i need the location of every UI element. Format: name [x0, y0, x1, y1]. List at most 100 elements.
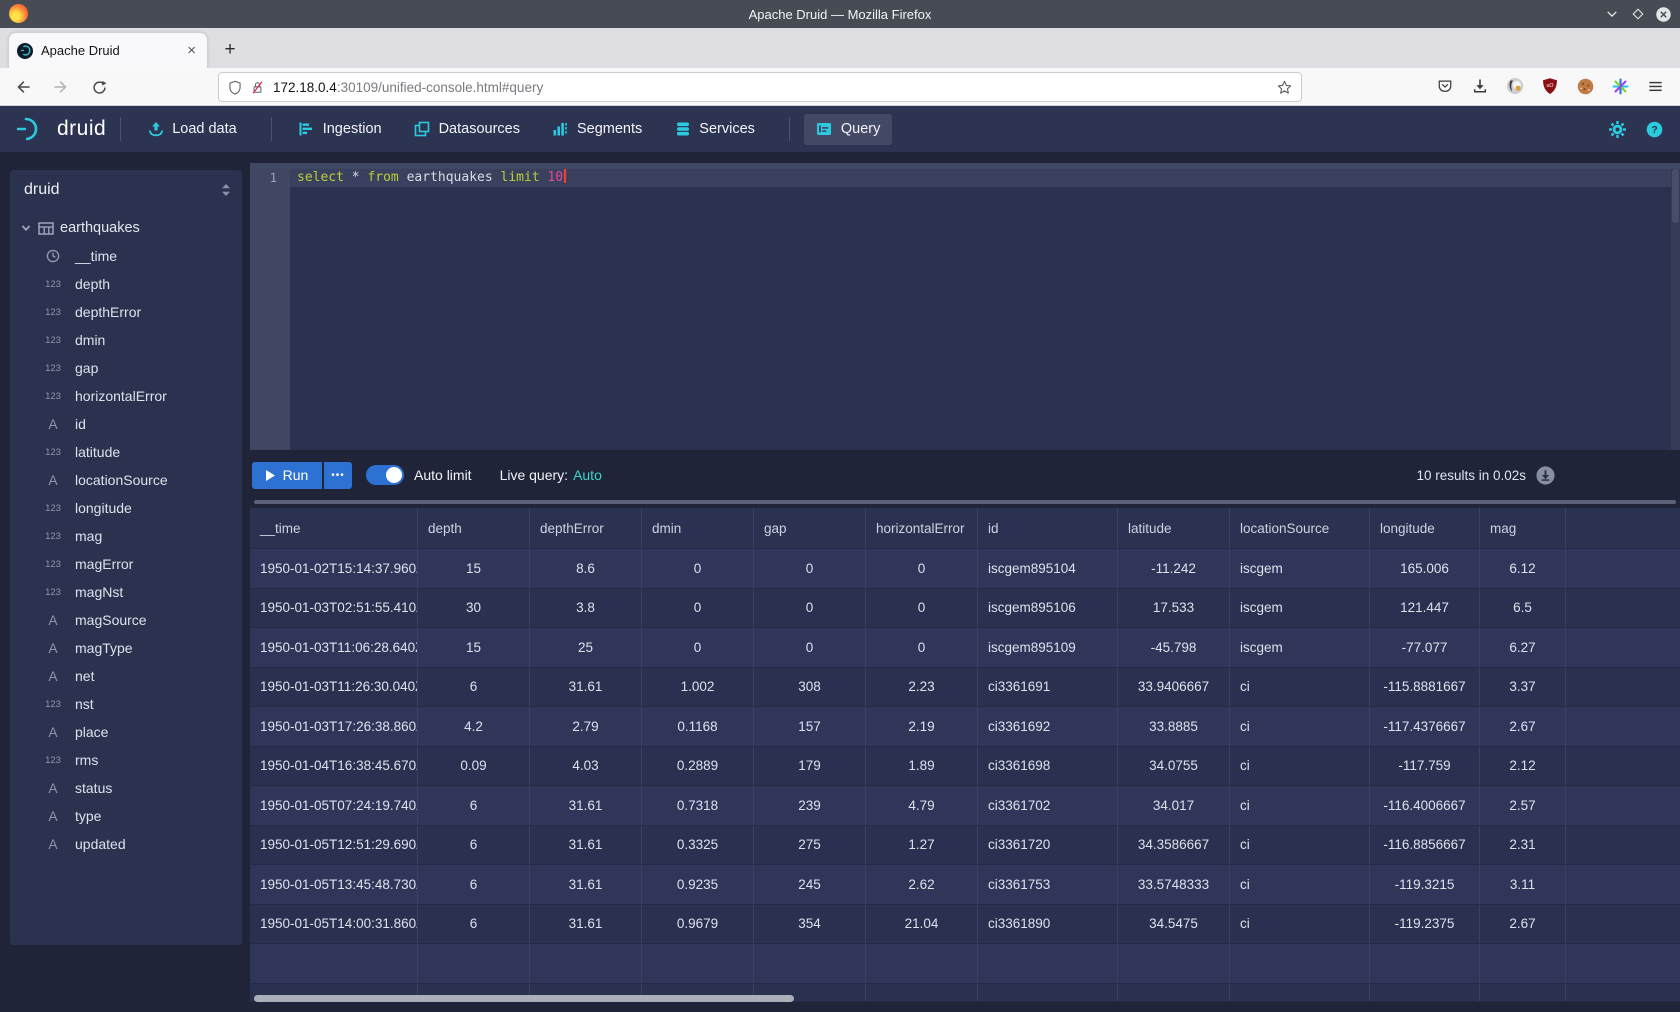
- table-cell[interactable]: 245: [754, 865, 866, 904]
- bookmark-star-icon[interactable]: [1276, 79, 1293, 96]
- table-cell[interactable]: 8.6: [530, 549, 642, 588]
- pane-splitter[interactable]: [254, 500, 1676, 504]
- table-cell[interactable]: -116.4006667: [1370, 786, 1480, 825]
- table-cell[interactable]: 0: [866, 549, 978, 588]
- table-cell[interactable]: 2.67: [1480, 707, 1566, 746]
- sidebar-column-longitude[interactable]: 123longitude: [10, 494, 242, 522]
- sparkle-extension-icon[interactable]: [1609, 75, 1631, 97]
- downloads-icon[interactable]: [1469, 75, 1491, 97]
- sql-code-line[interactable]: select * from earthquakes limit 10: [297, 169, 566, 187]
- sidebar-column-gap[interactable]: 123gap: [10, 354, 242, 382]
- table-cell[interactable]: 1950-01-03T11:26:30.040Z: [250, 668, 418, 707]
- sidebar-column-nst[interactable]: 123nst: [10, 690, 242, 718]
- table-cell[interactable]: -119.2375: [1370, 905, 1480, 944]
- table-cell[interactable]: 21.04: [866, 905, 978, 944]
- table-cell[interactable]: 33.5748333: [1118, 865, 1230, 904]
- table-cell[interactable]: 1950-01-03T02:51:55.410Z: [250, 589, 418, 628]
- table-cell[interactable]: -11.242: [1118, 549, 1230, 588]
- table-cell[interactable]: ci3361698: [978, 747, 1118, 786]
- column-header-latitude[interactable]: latitude: [1118, 508, 1230, 548]
- table-cell[interactable]: 1950-01-05T12:51:29.690Z: [250, 826, 418, 865]
- sidebar-column-depth[interactable]: 123depth: [10, 270, 242, 298]
- table-cell[interactable]: 6.5: [1480, 589, 1566, 628]
- table-cell[interactable]: 34.5475: [1118, 905, 1230, 944]
- column-header-depth[interactable]: depth: [418, 508, 530, 548]
- table-cell[interactable]: 6: [418, 826, 530, 865]
- table-cell[interactable]: 6: [418, 865, 530, 904]
- table-cell[interactable]: 1.27: [866, 826, 978, 865]
- sidebar-column-status[interactable]: Astatus: [10, 774, 242, 802]
- browser-tab[interactable]: Apache Druid ×: [8, 32, 208, 68]
- table-cell[interactable]: 0.09: [418, 747, 530, 786]
- table-cell[interactable]: 34.017: [1118, 786, 1230, 825]
- table-cell[interactable]: [754, 944, 866, 983]
- privacy-badger-icon[interactable]: [1504, 75, 1526, 97]
- table-cell[interactable]: 275: [754, 826, 866, 865]
- table-cell[interactable]: ci: [1230, 747, 1370, 786]
- sidebar-column-place[interactable]: Aplace: [10, 718, 242, 746]
- table-cell[interactable]: 6.12: [1480, 549, 1566, 588]
- table-cell[interactable]: -119.3215: [1370, 865, 1480, 904]
- table-cell[interactable]: 0.7318: [642, 786, 754, 825]
- table-cell[interactable]: 0: [642, 628, 754, 667]
- sql-editor[interactable]: 1 select * from earthquakes limit 10: [250, 163, 1680, 450]
- table-cell[interactable]: -45.798: [1118, 628, 1230, 667]
- table-cell[interactable]: 1950-01-05T14:00:31.860Z: [250, 905, 418, 944]
- table-cell[interactable]: 1.89: [866, 747, 978, 786]
- sidebar-column-dmin[interactable]: 123dmin: [10, 326, 242, 354]
- table-cell[interactable]: 2.12: [1480, 747, 1566, 786]
- table-cell[interactable]: 30: [418, 589, 530, 628]
- sidebar-column-rms[interactable]: 123rms: [10, 746, 242, 774]
- horizontal-scrollbar[interactable]: [254, 995, 794, 1002]
- table-cell[interactable]: 6: [418, 668, 530, 707]
- table-cell[interactable]: [1480, 944, 1566, 983]
- column-header-mag[interactable]: mag: [1480, 508, 1566, 548]
- table-cell[interactable]: 0: [754, 628, 866, 667]
- table-cell[interactable]: 1950-01-05T07:24:19.740Z: [250, 786, 418, 825]
- nav-item-ingestion[interactable]: Ingestion: [286, 114, 394, 145]
- table-cell[interactable]: ci: [1230, 826, 1370, 865]
- column-header-longitude[interactable]: longitude: [1370, 508, 1480, 548]
- settings-gear-icon[interactable]: [1608, 120, 1627, 139]
- table-cell[interactable]: 165.006: [1370, 549, 1480, 588]
- table-cell[interactable]: 157: [754, 707, 866, 746]
- reload-icon[interactable]: [86, 74, 112, 100]
- table-cell[interactable]: ci: [1230, 707, 1370, 746]
- table-cell[interactable]: 3.37: [1480, 668, 1566, 707]
- chevron-down-icon[interactable]: [20, 222, 32, 234]
- table-cell[interactable]: 2.31: [1480, 826, 1566, 865]
- table-cell[interactable]: 0: [754, 549, 866, 588]
- run-more-button[interactable]: •••: [324, 462, 352, 489]
- table-cell[interactable]: ci3361702: [978, 786, 1118, 825]
- table-cell[interactable]: 2.57: [1480, 786, 1566, 825]
- column-header-horizontalError[interactable]: horizontalError: [866, 508, 978, 548]
- table-cell[interactable]: [250, 944, 418, 983]
- ublock-origin-icon[interactable]: uO: [1539, 75, 1561, 97]
- table-cell[interactable]: 0: [754, 589, 866, 628]
- editor-scrollbar[interactable]: [1671, 169, 1680, 450]
- table-cell[interactable]: 31.61: [530, 905, 642, 944]
- table-cell[interactable]: 121.447: [1370, 589, 1480, 628]
- sidebar-column-horizontalError[interactable]: 123horizontalError: [10, 382, 242, 410]
- download-results-icon[interactable]: [1535, 465, 1556, 486]
- sidebar-column-type[interactable]: Atype: [10, 802, 242, 830]
- table-cell[interactable]: ci: [1230, 905, 1370, 944]
- table-cell[interactable]: ci3361691: [978, 668, 1118, 707]
- sidebar-column-id[interactable]: Aid: [10, 410, 242, 438]
- table-cell[interactable]: iscgem895106: [978, 589, 1118, 628]
- window-maximize-icon[interactable]: [1629, 6, 1646, 23]
- sidebar-column-latitude[interactable]: 123latitude: [10, 438, 242, 466]
- table-cell[interactable]: 0: [642, 589, 754, 628]
- table-cell[interactable]: 354: [754, 905, 866, 944]
- window-minimize-icon[interactable]: [1603, 6, 1620, 23]
- table-cell[interactable]: -117.759: [1370, 747, 1480, 786]
- back-icon[interactable]: [10, 74, 36, 100]
- table-cell[interactable]: ci3361753: [978, 865, 1118, 904]
- sidebar-column-locationSource[interactable]: AlocationSource: [10, 466, 242, 494]
- table-cell[interactable]: 3.11: [1480, 865, 1566, 904]
- table-cell[interactable]: [1230, 944, 1370, 983]
- schema-selector[interactable]: druid: [10, 170, 242, 210]
- address-bar[interactable]: 172.18.0.4:30109/unified-console.html#qu…: [218, 72, 1302, 102]
- table-cell[interactable]: [978, 984, 1118, 1002]
- insecure-lock-icon[interactable]: [250, 79, 265, 96]
